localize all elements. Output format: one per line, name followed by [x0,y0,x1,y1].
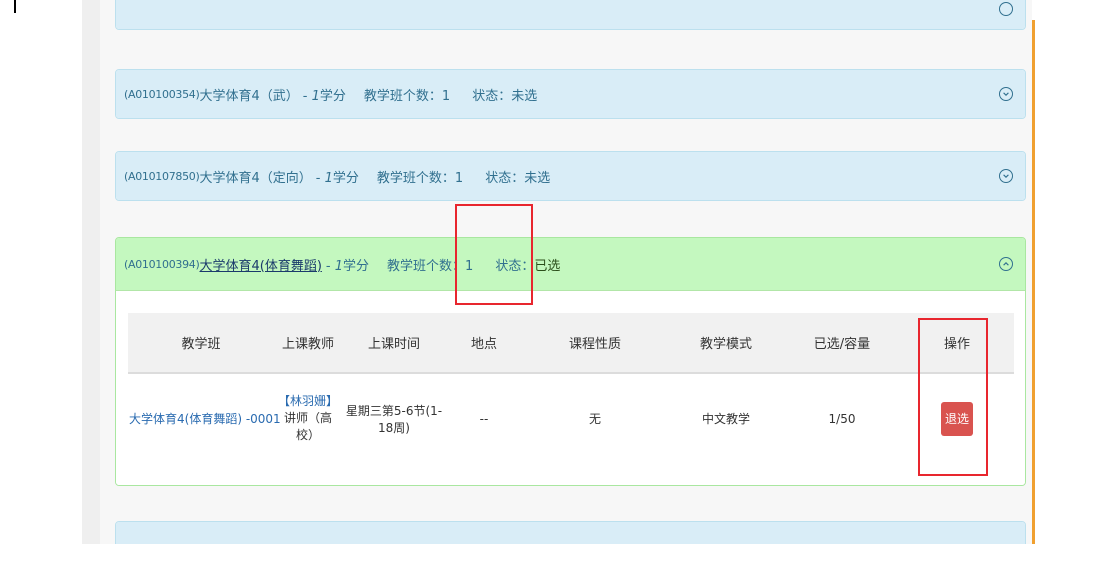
column-header-time: 上课时间 [367,337,420,352]
course-header-3[interactable]: (A010100394) 大学体育4(体育舞蹈) - 1学分 教学班个数：1 状… [116,238,1025,291]
credit-unit: 学分 [332,170,359,186]
course-panel-3: (A010100394) 大学体育4(体育舞蹈) - 1学分 教学班个数：1 状… [115,237,1026,486]
left-rail [82,0,100,544]
course-panel-2: (A010107850) 大学体育4（定向） - 1学分 教学班个数：1 状态：… [115,151,1026,201]
table-header-row: 教学班 上课教师 上课时间 地点 课程性质 教学模式 已选/容量 操作 [128,313,1014,373]
course-credit: - 1学分 [326,255,369,274]
credit-number: 1 [311,88,320,104]
credit-unit: 学分 [343,258,370,274]
course-list: (A010100354) 大学体育4（武） - 1学分 教学班个数：1 状态：未… [100,0,1032,544]
column-header-nature: 课程性质 [568,337,621,352]
class-count: 教学班个数：1 [363,88,451,104]
column-header-teacher: 上课教师 [281,337,334,352]
credit-separator: - [325,258,335,274]
column-header-location: 地点 [470,337,497,352]
course-status: 状态：未选 [472,85,537,104]
chevron-down-icon[interactable] [999,2,1013,16]
status-label: 状态： [472,88,512,104]
course-code: (A010100354) [124,87,200,101]
column-header-action: 操作 [943,337,970,352]
credit-number: 1 [334,258,344,274]
class-table-wrap: 教学班 上课教师 上课时间 地点 课程性质 教学模式 已选/容量 操作 大学体育… [116,291,1025,485]
class-table: 教学班 上课教师 上课时间 地点 课程性质 教学模式 已选/容量 操作 大学体育… [128,313,1014,463]
text-cursor [14,0,16,13]
accent-rail [1032,20,1035,544]
credit-number: 1 [324,170,333,186]
course-header-partial[interactable] [116,522,1025,544]
course-status: 状态：已选 [495,255,560,274]
course-header-2[interactable]: (A010107850) 大学体育4（定向） - 1学分 教学班个数：1 状态：… [116,152,1025,200]
course-name-link[interactable]: 大学体育4(体育舞蹈) [200,255,322,274]
status-value: 未选 [524,170,551,186]
chevron-down-icon[interactable] [999,169,1013,183]
course-nature: 无 [588,412,601,426]
course-credit: - 1学分 [316,167,359,186]
table-row: 大学体育4(体育舞蹈) -0001 【林羽姗】 讲师（高校） 星期三第5-6节(… [128,373,1014,463]
course-panel-partial-top [115,0,1026,30]
withdraw-button[interactable]: 退选 [941,401,973,436]
course-code: (A010107850) [124,169,200,183]
course-panel-partial-bottom [115,521,1026,544]
chevron-down-icon[interactable] [999,87,1013,101]
chevron-up-icon[interactable] [999,257,1013,271]
teacher-title: 讲师（高校） [283,411,332,442]
teacher-name[interactable]: 【林羽姗】 [275,393,341,410]
course-header-1[interactable]: (A010100354) 大学体育4（武） - 1学分 教学班个数：1 状态：未… [116,70,1025,118]
course-status: 状态：未选 [485,167,550,186]
teacher-cell: 【林羽姗】 讲师（高校） [274,373,342,463]
class-time: 星期三第5-6节(1-18周) [345,403,443,435]
credit-separator: - [302,88,312,104]
capacity-value: 1/50 [828,411,856,426]
class-count: 教学班个数：1 [387,258,474,274]
status-value: 已选 [534,258,561,274]
credit-unit: 学分 [319,88,346,104]
column-header-capacity: 已选/容量 [813,337,871,352]
course-name: 大学体育4（定向） [199,170,312,186]
column-header-mode: 教学模式 [699,337,752,352]
course-header-partial[interactable] [116,0,1025,29]
class-location: -- [479,411,489,426]
status-value: 未选 [511,88,538,104]
course-name: 大学体育4（武） [199,88,299,104]
class-name-link[interactable]: 大学体育4(体育舞蹈) -0001 [129,412,281,426]
course-panel-1: (A010100354) 大学体育4（武） - 1学分 教学班个数：1 状态：未… [115,69,1026,119]
credit-separator: - [315,170,325,186]
status-label: 状态： [485,170,525,186]
course-credit: - 1学分 [303,85,346,104]
class-count: 教学班个数：1 [376,170,464,186]
course-code: (A010100394) [124,257,200,271]
status-label: 状态： [495,258,535,274]
action-cell: 退选 [900,373,1014,463]
column-header-class: 教学班 [181,337,221,352]
teaching-mode: 中文教学 [701,412,750,426]
